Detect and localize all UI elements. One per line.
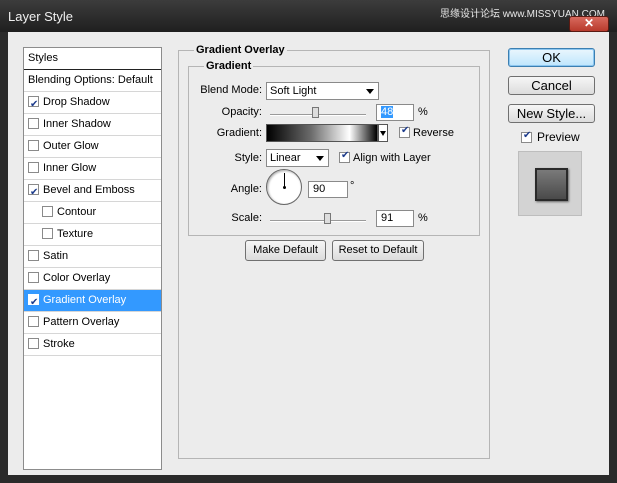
preview-swatch	[535, 168, 568, 201]
align-with-layer-label: Align with Layer	[353, 152, 431, 164]
cancel-button[interactable]: Cancel	[508, 76, 595, 95]
styles-list-item-bevel-and-emboss[interactable]: Bevel and Emboss	[24, 180, 161, 203]
opacity-input[interactable]: 48	[376, 104, 414, 121]
styles-list-item-label: Drop Shadow	[43, 96, 110, 108]
make-default-button[interactable]: Make Default	[245, 240, 326, 261]
style-checkbox[interactable]	[28, 140, 39, 151]
style-label: Style:	[234, 152, 262, 164]
style-checkbox[interactable]	[28, 182, 39, 203]
styles-list-item-label: Inner Glow	[43, 162, 97, 174]
opacity-value: 48	[381, 106, 394, 118]
opacity-slider-thumb[interactable]	[312, 107, 320, 118]
styles-list-item-label: Pattern Overlay	[43, 316, 120, 328]
styles-list-item-stroke[interactable]: Stroke	[24, 334, 161, 356]
styles-list: Styles Blending Options: Default Drop Shad…	[23, 47, 162, 470]
close-button[interactable]: ✕	[569, 16, 609, 32]
window-title: Layer Style	[8, 9, 74, 24]
opacity-unit: %	[418, 106, 428, 118]
scale-input[interactable]: 91	[376, 210, 414, 227]
scale-value: 91	[381, 212, 394, 224]
scale-slider-thumb[interactable]	[323, 213, 331, 224]
reset-to-default-button[interactable]: Reset to Default	[332, 240, 424, 261]
styles-list-item-outer-glow[interactable]: Outer Glow	[24, 136, 161, 158]
styles-list-item-label: Contour	[57, 206, 97, 218]
scale-unit: %	[418, 212, 428, 224]
window-border-left	[0, 32, 8, 483]
styles-list-item-drop-shadow[interactable]: Drop Shadow	[24, 92, 161, 115]
styles-list-item-label: Stroke	[43, 338, 75, 350]
blend-mode-select[interactable]: Soft Light	[266, 82, 379, 100]
scale-slider-track[interactable]	[270, 220, 366, 222]
styles-list-item-inner-shadow[interactable]: Inner Shadow	[24, 114, 161, 136]
styles-list-item-label: Gradient Overlay	[43, 294, 127, 306]
styles-list-item-label: Blending Options: Default	[28, 74, 153, 86]
styles-list-item-texture[interactable]: Texture	[24, 224, 161, 246]
scale-label: Scale:	[231, 212, 262, 224]
styles-list-item-label: Inner Shadow	[43, 118, 111, 130]
style-checkbox[interactable]	[28, 250, 39, 261]
gradient-dropdown-button[interactable]	[378, 124, 388, 142]
styles-list-item-satin[interactable]: Satin	[24, 246, 161, 268]
preview-label: Preview	[537, 130, 580, 144]
reverse-label: Reverse	[413, 127, 454, 139]
style-checkbox[interactable]	[28, 338, 39, 349]
ok-button[interactable]: OK	[508, 48, 595, 67]
title-bar[interactable]: Layer Style 思缘设计论坛 www.MISSYUAN.COM ✕	[0, 0, 617, 32]
new-style-button[interactable]: New Style...	[508, 104, 595, 123]
angle-input[interactable]: 90	[308, 181, 348, 198]
angle-label: Angle:	[230, 183, 262, 195]
gradient-picker[interactable]	[266, 124, 378, 142]
styles-list-item-color-overlay[interactable]: Color Overlay	[24, 268, 161, 290]
styles-list-item-label: Satin	[43, 250, 69, 262]
angle-unit: °	[350, 180, 355, 192]
styles-list-item-inner-glow[interactable]: Inner Glow	[24, 158, 161, 180]
styles-list-item-label: Color Overlay	[43, 272, 111, 284]
style-checkbox[interactable]	[28, 94, 39, 115]
style-checkbox[interactable]	[28, 292, 39, 313]
styles-list-item-label: Outer Glow	[43, 140, 99, 152]
blend-mode-label: Blend Mode:	[200, 84, 262, 96]
chevron-down-icon	[316, 156, 324, 161]
close-icon: ✕	[583, 16, 595, 30]
window-border-bottom	[0, 475, 617, 483]
styles-list-item-blending-options-default[interactable]: Blending Options: Default	[24, 70, 161, 92]
style-checkbox[interactable]	[28, 316, 39, 327]
style-select[interactable]: Linear	[266, 149, 329, 167]
angle-value: 90	[313, 183, 326, 195]
style-checkbox[interactable]	[42, 206, 53, 217]
preview-checkbox[interactable]	[521, 130, 532, 143]
gradient-overlay-title: Gradient Overlay	[194, 44, 287, 56]
styles-list-item-gradient-overlay[interactable]: Gradient Overlay	[24, 290, 161, 313]
styles-list-item-contour[interactable]: Contour	[24, 202, 161, 224]
style-checkbox[interactable]	[42, 228, 53, 239]
style-checkbox[interactable]	[28, 118, 39, 129]
styles-list-item-label: Bevel and Emboss	[43, 184, 135, 196]
style-value: Linear	[270, 152, 301, 164]
angle-dial[interactable]	[266, 169, 302, 205]
gradient-group-title: Gradient	[204, 60, 254, 72]
style-checkbox[interactable]	[28, 162, 39, 173]
styles-list-item-styles[interactable]: Styles	[24, 48, 161, 70]
align-with-layer-checkbox[interactable]	[339, 150, 350, 163]
chevron-down-icon	[366, 89, 374, 94]
styles-list-item-label: Texture	[57, 228, 94, 240]
preview-thumbnail	[518, 151, 582, 216]
blend-mode-value: Soft Light	[270, 85, 317, 97]
window-border-right	[609, 32, 617, 483]
styles-list-item-pattern-overlay[interactable]: Pattern Overlay	[24, 312, 161, 334]
style-checkbox[interactable]	[28, 272, 39, 283]
styles-list-item-label: Styles	[28, 52, 58, 64]
gradient-label: Gradient:	[216, 127, 262, 139]
angle-dial-center	[283, 186, 286, 189]
reverse-checkbox[interactable]	[399, 125, 410, 138]
opacity-label: Opacity:	[221, 106, 262, 118]
